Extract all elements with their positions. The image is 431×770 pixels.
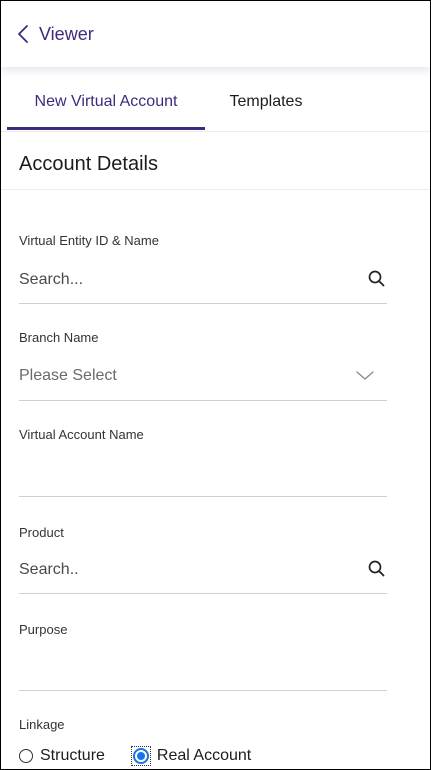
radio-structure-label: Structure bbox=[40, 747, 105, 764]
virtual-account-name-label: Virtual Account Name bbox=[19, 427, 144, 442]
branch-name-select[interactable]: Please Select bbox=[19, 367, 117, 385]
radio-unchecked-icon bbox=[19, 749, 33, 763]
product-underline bbox=[19, 593, 387, 594]
back-button[interactable]: Viewer bbox=[17, 23, 94, 45]
virtual-entity-search-input[interactable]: Search... bbox=[19, 271, 83, 289]
virtual-account-name-underline bbox=[19, 496, 387, 497]
section-title: Account Details bbox=[19, 153, 158, 175]
tab-templates[interactable]: Templates bbox=[211, 75, 321, 130]
top-bar: Viewer bbox=[1, 1, 430, 67]
linkage-label: Linkage bbox=[19, 717, 65, 732]
radio-real-account[interactable]: Real Account bbox=[130, 746, 252, 766]
chevron-left-icon bbox=[17, 24, 29, 44]
purpose-underline bbox=[19, 690, 387, 691]
virtual-account-name-input[interactable] bbox=[19, 464, 387, 488]
virtual-entity-underline bbox=[19, 303, 387, 304]
branch-name-underline bbox=[19, 400, 387, 401]
purpose-label: Purpose bbox=[19, 622, 68, 637]
section-divider bbox=[1, 189, 430, 190]
product-search-input[interactable]: Search.. bbox=[19, 561, 79, 579]
search-icon[interactable] bbox=[367, 269, 387, 294]
radio-checked-icon bbox=[132, 748, 149, 764]
app-frame: Viewer New Virtual Account Templates Acc… bbox=[0, 0, 431, 770]
linkage-radio-group: Structure Real Account bbox=[19, 746, 251, 766]
product-label: Product bbox=[19, 525, 64, 540]
tab-new-virtual-account[interactable]: New Virtual Account bbox=[7, 75, 205, 130]
purpose-input[interactable] bbox=[19, 657, 387, 681]
virtual-entity-label: Virtual Entity ID & Name bbox=[19, 233, 159, 248]
tab-bar: New Virtual Account Templates bbox=[1, 75, 430, 132]
radio-structure[interactable]: Structure bbox=[19, 747, 105, 765]
radio-real-account-label: Real Account bbox=[156, 747, 252, 764]
branch-name-label: Branch Name bbox=[19, 330, 99, 345]
focus-outline bbox=[130, 746, 151, 766]
back-label: Viewer bbox=[39, 24, 94, 44]
search-icon[interactable] bbox=[367, 559, 387, 584]
chevron-down-icon[interactable] bbox=[355, 369, 375, 387]
